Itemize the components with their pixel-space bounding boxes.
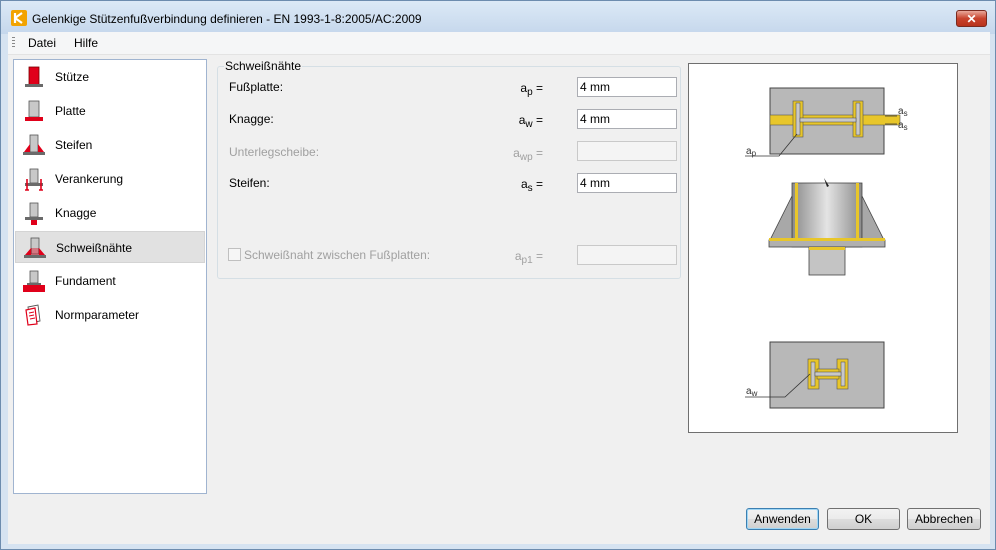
ok-button[interactable]: OK bbox=[827, 508, 900, 530]
nav-label: Steifen bbox=[55, 138, 93, 152]
weld-shear-key-input[interactable] bbox=[577, 109, 677, 129]
cancel-button[interactable]: Abbrechen bbox=[907, 508, 981, 530]
section-nav: Stütze Platte Steifen Verankerung Knagge… bbox=[13, 59, 207, 494]
nav-item-normparameter[interactable]: Normparameter bbox=[15, 299, 205, 331]
code-parameters-icon bbox=[25, 304, 41, 326]
nav-item-verankerung[interactable]: Verankerung bbox=[15, 163, 205, 195]
label-washer: Unterlegscheibe: bbox=[229, 145, 320, 159]
symbol-as: as = bbox=[520, 177, 543, 194]
nav-label: Platte bbox=[55, 104, 86, 118]
label-base-plate: Fußplatte: bbox=[229, 80, 284, 94]
title-bar: Gelenkige Stützenfußverbindung definiere… bbox=[1, 1, 995, 34]
menu-help[interactable]: Hilfe bbox=[74, 36, 98, 50]
nav-label: Fundament bbox=[55, 274, 116, 288]
weld-between-plates-checkbox[interactable] bbox=[228, 248, 241, 261]
welds-group-title: Schweißnähte bbox=[224, 59, 303, 73]
nav-label: Normparameter bbox=[55, 308, 140, 322]
symbol-aw: aw = bbox=[518, 113, 543, 130]
nav-label: Knagge bbox=[55, 206, 97, 220]
nav-label: Verankerung bbox=[55, 172, 124, 186]
nav-item-schweissnaehte[interactable]: Schweißnähte bbox=[15, 231, 205, 263]
dialog-client-area: Datei Hilfe Stütze Platte Steifen Verank… bbox=[8, 32, 990, 544]
nav-item-platte[interactable]: Platte bbox=[15, 95, 205, 127]
weld-washer-input bbox=[577, 141, 677, 161]
welds-icon bbox=[24, 237, 46, 258]
dialog-window: Gelenkige Stützenfußverbindung definiere… bbox=[0, 0, 996, 550]
preview-label-as-bottom: as bbox=[898, 120, 908, 132]
column-icon bbox=[25, 66, 43, 87]
preview-label-ap: ap bbox=[746, 146, 757, 158]
app-logo-icon bbox=[11, 10, 27, 26]
shear-key-icon bbox=[25, 202, 43, 225]
weld-stiffeners-input[interactable] bbox=[577, 173, 677, 193]
menu-file[interactable]: Datei bbox=[28, 36, 56, 50]
symbol-ap: ap = bbox=[520, 81, 543, 98]
label-weld-between-plates: Schweißnaht zwischen Fußplatten: bbox=[244, 248, 431, 262]
weld-preview-drawing: ap as as aw bbox=[745, 87, 908, 409]
symbol-awp: awp = bbox=[513, 146, 543, 163]
weld-between-plates-input bbox=[577, 245, 677, 265]
nav-item-fundament[interactable]: Fundament bbox=[15, 265, 205, 297]
nav-item-stuetze[interactable]: Stütze bbox=[15, 61, 205, 93]
close-button[interactable]: ✕ bbox=[956, 10, 987, 27]
menu-grip-icon bbox=[12, 37, 15, 49]
foundation-icon bbox=[23, 270, 45, 292]
preview-label-aw: aw bbox=[746, 386, 758, 398]
weld-base-plate-input[interactable] bbox=[577, 77, 677, 97]
base-plate-icon bbox=[25, 100, 43, 121]
window-title: Gelenkige Stützenfußverbindung definiere… bbox=[32, 12, 422, 26]
nav-label: Stütze bbox=[55, 70, 90, 84]
menu-bar: Datei Hilfe bbox=[8, 32, 990, 55]
apply-button[interactable]: Anwenden bbox=[746, 508, 819, 530]
preview-label-as-top: as bbox=[898, 106, 908, 118]
nav-label: Schweißnähte bbox=[56, 241, 133, 255]
nav-item-knagge[interactable]: Knagge bbox=[15, 197, 205, 229]
label-shear-key: Knagge: bbox=[229, 112, 274, 126]
anchorage-icon bbox=[25, 168, 43, 191]
nav-item-steifen[interactable]: Steifen bbox=[15, 129, 205, 161]
weld-preview-panel: ap as as aw bbox=[688, 63, 958, 433]
label-stiffeners: Steifen: bbox=[229, 176, 270, 190]
stiffeners-icon bbox=[23, 134, 45, 155]
symbol-ap1: ap1 = bbox=[514, 249, 543, 266]
